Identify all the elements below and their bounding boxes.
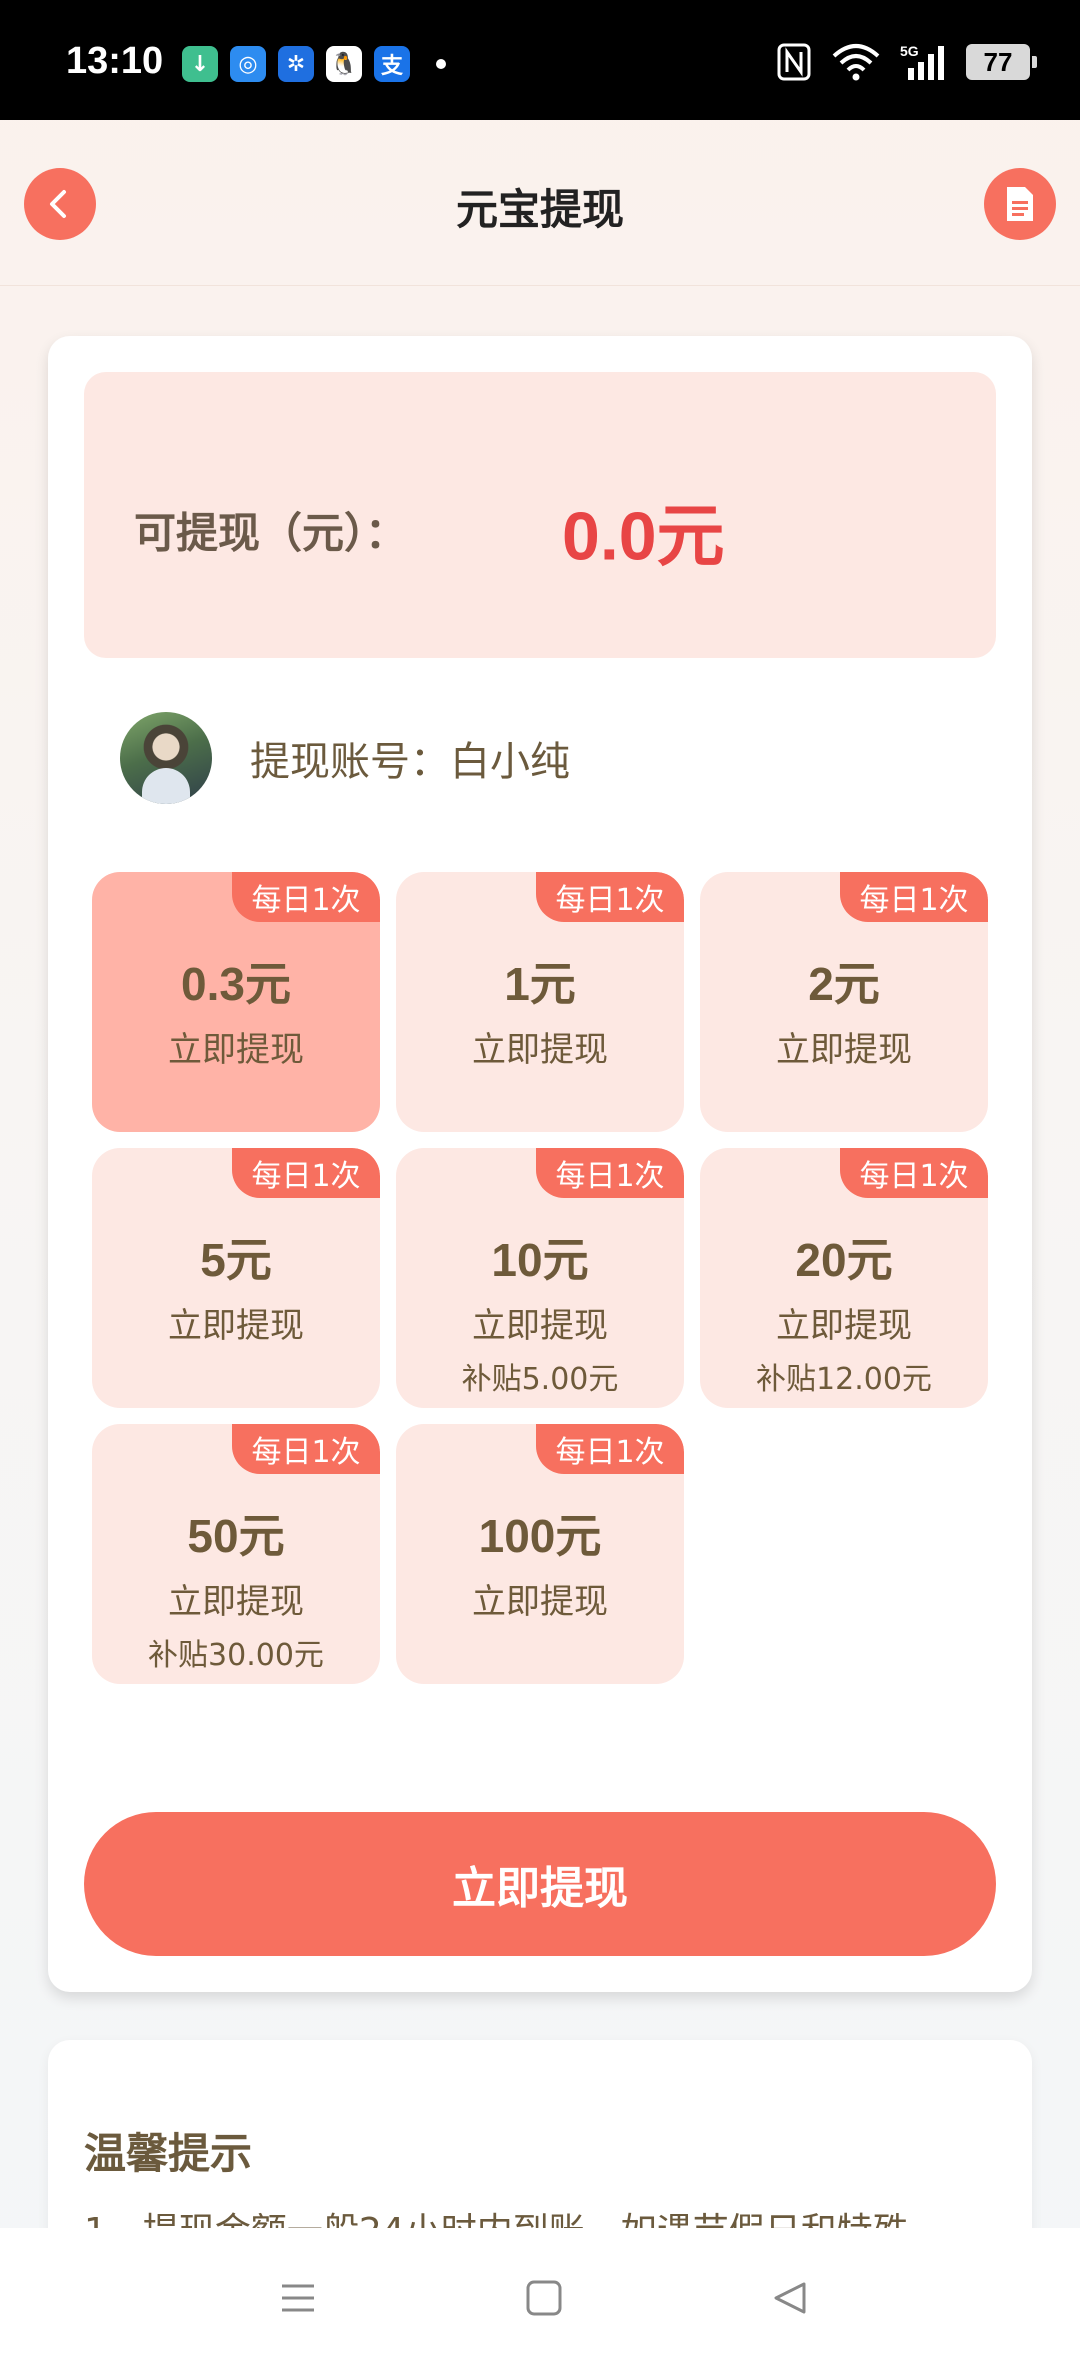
option-amount: 20元 bbox=[795, 1234, 893, 1286]
qq-icon: 🐧 bbox=[326, 46, 362, 82]
status-time: 13:10 bbox=[66, 40, 164, 82]
notification-icons: ↓ ◎ ✲ 🐧 支 bbox=[182, 46, 446, 82]
amount-option[interactable]: 每日1次 1元 立即提现 bbox=[396, 872, 684, 1132]
daily-limit-badge: 每日1次 bbox=[232, 1424, 380, 1474]
daily-limit-badge: 每日1次 bbox=[840, 872, 988, 922]
option-amount: 100元 bbox=[478, 1510, 602, 1562]
option-action: 立即提现 bbox=[168, 1030, 304, 1070]
page-title: 元宝提现 bbox=[455, 185, 624, 234]
option-action: 立即提现 bbox=[472, 1582, 608, 1622]
withdraw-record-button[interactable] bbox=[984, 168, 1056, 240]
option-subsidy: 补贴5.00元 bbox=[461, 1362, 619, 1397]
option-amount: 5元 bbox=[200, 1234, 272, 1286]
signal-5g-icon: 5G bbox=[900, 42, 948, 82]
avatar bbox=[120, 712, 212, 804]
document-icon bbox=[1007, 187, 1033, 221]
account-row: 提现账号：白小纯 bbox=[120, 712, 570, 804]
option-action: 立即提现 bbox=[776, 1030, 912, 1070]
system-nav-bar bbox=[0, 2228, 1080, 2362]
system-status: 5G 77 bbox=[776, 42, 1037, 82]
option-action: 立即提现 bbox=[168, 1582, 304, 1622]
daily-limit-badge: 每日1次 bbox=[536, 1424, 684, 1474]
option-action: 立即提现 bbox=[472, 1030, 608, 1070]
more-notifications-dot bbox=[436, 59, 446, 69]
withdraw-card: 可提现（元）： 0.0元 提现账号：白小纯 每日1次 0.3元 立即提现 每日1… bbox=[48, 336, 1032, 1992]
back-nav-button[interactable] bbox=[760, 2268, 820, 2328]
option-subsidy: 补贴30.00元 bbox=[148, 1638, 324, 1673]
option-action: 立即提现 bbox=[776, 1306, 912, 1346]
option-subsidy: 补贴12.00元 bbox=[756, 1362, 932, 1397]
daily-limit-badge: 每日1次 bbox=[536, 872, 684, 922]
daily-limit-badge: 每日1次 bbox=[232, 872, 380, 922]
home-icon bbox=[526, 2280, 562, 2316]
fan-icon: ✲ bbox=[278, 46, 314, 82]
option-amount: 10元 bbox=[491, 1234, 589, 1286]
battery-icon: 77 bbox=[966, 44, 1037, 80]
browser-icon: ◎ bbox=[230, 46, 266, 82]
header: 元宝提现 bbox=[0, 120, 1080, 286]
nfc-icon bbox=[776, 42, 812, 82]
triangle-back-icon bbox=[774, 2282, 806, 2314]
tips-title: 温馨提示 bbox=[84, 2129, 253, 2178]
amount-option[interactable]: 每日1次 50元 立即提现 补贴30.00元 bbox=[92, 1424, 380, 1684]
svg-text:5G: 5G bbox=[900, 43, 919, 59]
option-action: 立即提现 bbox=[168, 1306, 304, 1346]
menu-icon bbox=[282, 2284, 314, 2312]
balance-label: 可提现（元）： bbox=[134, 508, 408, 558]
account-label: 提现账号：白小纯 bbox=[250, 739, 570, 785]
daily-limit-badge: 每日1次 bbox=[536, 1148, 684, 1198]
alipay-icon: 支 bbox=[374, 46, 410, 82]
balance-panel: 可提现（元）： 0.0元 bbox=[84, 372, 996, 658]
daily-limit-badge: 每日1次 bbox=[232, 1148, 380, 1198]
amount-options: 每日1次 0.3元 立即提现 每日1次 1元 立即提现 每日1次 2元 立即提现… bbox=[92, 872, 988, 1684]
menu-nav-button[interactable] bbox=[268, 2268, 328, 2328]
option-amount: 50元 bbox=[187, 1510, 285, 1562]
amount-option[interactable]: 每日1次 0.3元 立即提现 bbox=[92, 872, 380, 1132]
option-amount: 2元 bbox=[808, 958, 880, 1010]
amount-option[interactable]: 每日1次 2元 立即提现 bbox=[700, 872, 988, 1132]
daily-limit-badge: 每日1次 bbox=[840, 1148, 988, 1198]
wifi-icon bbox=[830, 42, 882, 82]
status-bar: 13:10 ↓ ◎ ✲ 🐧 支 5G 77 bbox=[0, 0, 1080, 120]
option-amount: 0.3元 bbox=[181, 958, 291, 1010]
option-amount: 1元 bbox=[504, 958, 576, 1010]
amount-option[interactable]: 每日1次 5元 立即提现 bbox=[92, 1148, 380, 1408]
download-icon: ↓ bbox=[182, 46, 218, 82]
amount-option[interactable]: 每日1次 10元 立即提现 补贴5.00元 bbox=[396, 1148, 684, 1408]
amount-option[interactable]: 每日1次 100元 立即提现 bbox=[396, 1424, 684, 1684]
amount-option[interactable]: 每日1次 20元 立即提现 补贴12.00元 bbox=[700, 1148, 988, 1408]
home-nav-button[interactable] bbox=[514, 2268, 574, 2328]
withdraw-button[interactable]: 立即提现 bbox=[84, 1812, 996, 1956]
option-action: 立即提现 bbox=[472, 1306, 608, 1346]
balance-value: 0.0元 bbox=[562, 498, 725, 575]
